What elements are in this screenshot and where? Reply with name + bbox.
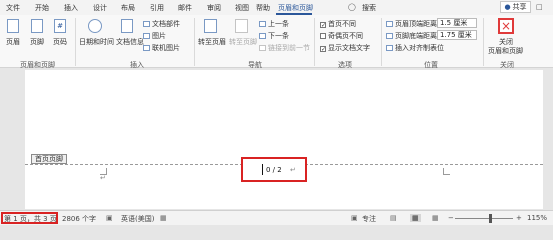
tab-references[interactable]: 引用 [150,3,164,13]
tab-mailings[interactable]: 邮件 [178,3,192,13]
page-number-button[interactable]: 页码 [53,37,67,47]
lightbulb-icon: ◯ [348,3,356,11]
tab-review[interactable]: 审阅 [207,3,221,13]
tab-layout[interactable]: 布局 [121,3,135,13]
crop-mark-right [443,168,450,175]
document-parts-icon [143,21,150,27]
page-number-field[interactable]: 0 / 2 [266,166,282,174]
paragraph-mark: ↵ [100,174,106,182]
word-count[interactable]: 2806 个字 [62,214,96,224]
footer-icon [31,19,43,33]
print-layout-icon[interactable]: ▦ [410,214,421,222]
different-first-page-checkbox[interactable]: ✓ 首页不同 [320,19,356,29]
online-picture-button[interactable]: 联机图片 [143,43,180,53]
comments-icon[interactable]: □ [536,3,543,11]
ribbon: 页眉 页脚 # 页码 页眉和页脚 日期和时间 文档信息 文档部件 图片 联机图片… [0,15,553,69]
zoom-in-button[interactable]: + [516,214,522,222]
checkbox-checked: ✓ [320,46,327,53]
document-info-icon [121,19,133,33]
header-top-distance-label: 页眉顶端距离: [386,19,439,29]
tab-home[interactable]: 开始 [35,3,49,13]
zoom-out-button[interactable]: − [448,214,454,222]
date-time-button[interactable]: 日期和时间 [79,37,114,47]
close-icon: × [498,18,514,34]
previous-button[interactable]: 上一条 [259,19,289,29]
goto-footer-icon [235,19,248,33]
tab-header-footer[interactable]: 页眉和页脚 [278,3,313,13]
tab-file[interactable]: 文件 [6,3,20,13]
previous-icon [259,21,266,27]
read-mode-icon[interactable]: ▤ [390,214,397,222]
tab-help[interactable]: 帮助 [256,3,270,13]
clock-icon [88,19,102,33]
paragraph-mark: ↵ [290,166,296,174]
checkbox-checked: ✓ [320,22,327,29]
online-picture-icon [143,45,150,51]
language-indicator[interactable]: 英语(美国) [121,214,154,224]
page-number-field-highlight[interactable]: 0 / 2 ↵ [241,157,307,182]
share-label: 共享 [512,3,527,11]
alignment-tab-icon [386,45,393,51]
footer-position-icon [386,33,393,39]
link-to-previous-button[interactable]: 链接到前一节 [259,43,310,53]
page-info[interactable]: 第 1 页，共 3 页 [4,214,57,224]
zoom-slider-thumb[interactable] [489,214,492,223]
picture-icon [143,33,150,39]
different-odd-even-checkbox[interactable]: 奇偶页不同 [320,31,363,41]
share-button[interactable]: ● 共享 [500,1,531,13]
tab-view[interactable]: 视图 [235,3,249,13]
checkbox-unchecked [320,33,326,39]
proofing-icon[interactable]: ▣ [106,214,113,222]
goto-header-icon [204,19,217,33]
document-info-button[interactable]: 文档信息 [116,37,144,47]
ribbon-tab-bar: 文件 开始 插入 设计 布局 引用 邮件 审阅 视图 帮助 页眉和页脚 ◯ 搜索… [0,0,553,15]
show-document-text-checkbox[interactable]: ✓ 显示文档文字 [320,43,370,53]
focus-mode-button[interactable]: 专注 [362,214,376,224]
web-layout-icon[interactable]: ▦ [432,214,439,222]
header-button[interactable]: 页眉 [6,37,20,47]
close-button-label-line2: 页眉和页脚 [488,47,523,55]
group-divider [75,18,76,66]
search-tell-me[interactable]: 搜索 [362,3,376,13]
group-divider [314,18,315,66]
page-number-icon: # [54,19,66,33]
focus-icon: ▣ [351,214,358,222]
group-divider [194,18,195,66]
insert-alignment-tab-button[interactable]: 插入对齐制表位 [386,43,444,53]
zoom-level[interactable]: 115% [527,214,547,222]
document-page[interactable] [25,70,543,209]
picture-button[interactable]: 图片 [143,31,166,41]
next-icon [259,33,266,39]
footer-section-tag: 首页页脚 [31,154,67,164]
document-parts-button[interactable]: 文档部件 [143,19,180,29]
accessibility-icon[interactable]: ▦ [160,214,167,222]
next-button[interactable]: 下一条 [259,31,289,41]
header-top-distance-input[interactable]: 1.5 厘米 [437,18,477,28]
text-cursor [262,164,263,175]
footer-bottom-distance-label: 页脚底端距离: [386,31,439,41]
header-icon [7,19,19,33]
person-icon: ● [504,3,511,11]
footer-button[interactable]: 页脚 [30,37,44,47]
group-divider [381,18,382,66]
goto-footer-button[interactable]: 转至页脚 [229,37,257,47]
footer-bottom-distance-input[interactable]: 1.75 厘米 [437,30,477,40]
status-bar: 第 1 页，共 3 页 2806 个字 ▣ 英语(美国) ▦ ▣ 专注 ▤ ▦ … [0,210,553,225]
zoom-slider-track[interactable] [455,218,513,219]
header-position-icon [386,21,393,27]
goto-header-button[interactable]: 转至页眉 [198,37,226,47]
tab-design[interactable]: 设计 [93,3,107,13]
tab-insert[interactable]: 插入 [64,3,78,13]
link-icon [259,45,266,51]
group-divider [483,18,484,66]
